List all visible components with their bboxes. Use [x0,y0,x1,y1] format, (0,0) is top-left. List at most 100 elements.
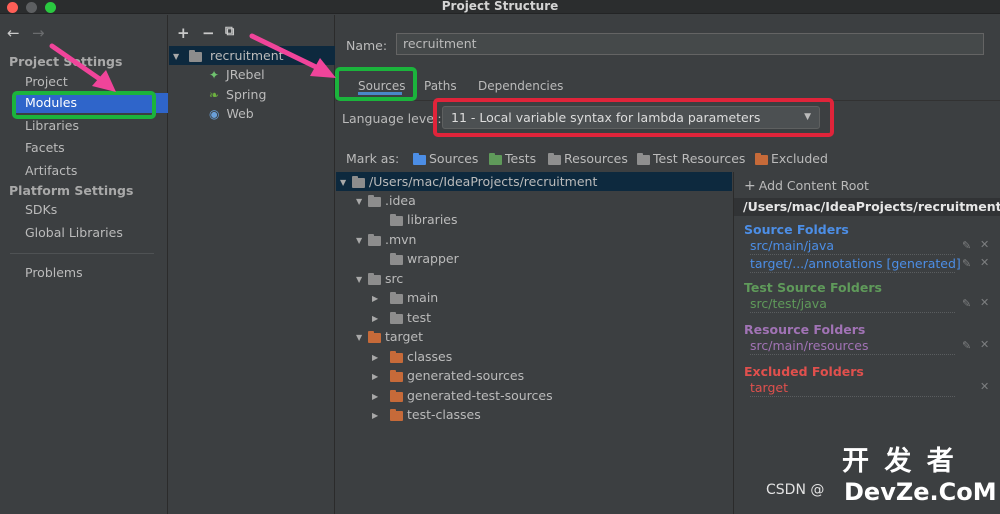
add-content-root-button[interactable]: + Add Content Root [744,178,869,194]
close-icon[interactable]: ✕ [980,238,989,251]
tree-row-generated-sources[interactable]: ▶ generated-sources [372,366,524,385]
language-level-label: Language level: [342,111,442,126]
expand-arrow-icon[interactable]: ▼ [356,231,368,250]
tree-row-main[interactable]: ▶ main [372,288,438,307]
mark-as-tests-label: Tests [505,151,537,166]
excluded-folder-icon [368,330,381,343]
expand-arrow-icon[interactable]: ▶ [372,348,384,367]
source-folder-item[interactable]: target/.../annotations [generated] [750,256,961,273]
expand-arrow-icon[interactable]: ▶ [372,289,384,308]
expand-arrow-icon[interactable]: ▼ [356,328,368,347]
tree-label: src [385,271,404,286]
add-module-button[interactable]: + [177,24,190,42]
excluded-folder-icon [390,408,403,421]
tree-row-root[interactable]: ▼ /Users/mac/IdeaProjects/recruitment [336,172,732,191]
spring-leaf-icon: ❧ [209,88,220,102]
content-root-path: /Users/mac/IdeaProjects/recruitment [734,198,1000,216]
tree-row-classes[interactable]: ▶ classes [372,347,452,366]
test-source-folder-item[interactable]: src/test/java [750,296,955,313]
facet-label: JRebel [226,67,265,82]
tree-row-mvn[interactable]: ▼ .mvn [356,230,416,249]
mark-as-test-resources-button[interactable]: Test Resources [637,151,745,166]
expand-arrow-icon[interactable]: ▶ [372,309,384,328]
tree-row-libraries[interactable]: libraries [390,210,458,229]
close-icon[interactable]: ✕ [980,296,989,309]
sidebar-divider [10,253,154,254]
mark-as-label: Mark as: [346,151,400,166]
tests-folder-icon [489,152,502,165]
resource-folder-item[interactable]: src/main/resources [750,338,955,355]
tree-row-test-classes[interactable]: ▶ test-classes [372,405,481,424]
facet-web[interactable]: ◉ Web [209,104,254,123]
tab-sources[interactable]: Sources [358,77,405,95]
sidebar-item-problems[interactable]: Problems [14,263,154,283]
source-folder-item[interactable]: src/main/java [750,238,955,255]
sidebar-item-sdks[interactable]: SDKs [14,200,154,220]
expand-arrow-icon[interactable]: ▼ [356,270,368,289]
facet-jrebel[interactable]: ✦ JRebel [209,65,265,84]
expand-arrow-icon[interactable]: ▼ [356,192,368,211]
edit-icon[interactable]: ✎ [962,239,971,252]
mark-as-excluded-label: Excluded [771,151,828,166]
copy-module-button[interactable]: ⧉ [225,24,234,39]
sidebar-item-libraries[interactable]: Libraries [14,116,154,136]
excluded-folder-icon [390,350,403,363]
close-icon[interactable]: ✕ [980,256,989,269]
tree-label: .idea [385,193,416,208]
tab-paths[interactable]: Paths [424,77,457,95]
test-resources-folder-icon [637,152,650,165]
jrebel-icon: ✦ [209,68,220,82]
excluded-folder-icon [390,389,403,402]
facet-label: Spring [226,87,267,102]
expand-arrow-icon[interactable]: ▼ [340,173,352,192]
plus-icon: + [744,178,756,194]
forward-arrow-icon[interactable]: → [32,24,45,42]
tree-row-src[interactable]: ▼ src [356,269,403,288]
expand-arrow-icon[interactable]: ▶ [372,387,384,406]
tree-row-idea[interactable]: ▼ .idea [356,191,416,210]
close-icon[interactable]: ✕ [980,380,989,393]
folder-icon [390,213,403,226]
mark-as-test-resources-label: Test Resources [653,151,746,166]
edit-icon[interactable]: ✎ [962,339,971,352]
module-name-field[interactable]: recruitment [396,33,984,55]
sidebar-item-facets[interactable]: Facets [14,138,154,158]
tree-label: generated-sources [407,368,525,383]
mark-as-resources-button[interactable]: Resources [548,151,628,166]
back-arrow-icon[interactable]: ← [7,24,20,42]
expand-arrow-icon[interactable]: ▶ [372,406,384,425]
edit-icon[interactable]: ✎ [962,257,971,270]
sidebar-item-artifacts[interactable]: Artifacts [14,161,154,181]
devze-logo-top: 开 发 者 [842,446,957,477]
sidebar-item-modules[interactable]: Modules [14,93,168,113]
facet-spring[interactable]: ❧ Spring [209,85,266,104]
sidebar-item-global-libraries[interactable]: Global Libraries [14,223,154,243]
folder-icon [390,291,403,304]
language-level-select[interactable]: 11 - Local variable syntax for lambda pa… [442,106,820,129]
module-tree-root[interactable]: ▼ recruitment [169,46,335,65]
tree-label: libraries [407,212,458,227]
mark-as-resources-label: Resources [564,151,628,166]
mark-as-sources-label: Sources [429,151,479,166]
tree-row-generated-test-sources[interactable]: ▶ generated-test-sources [372,386,553,405]
tree-row-test[interactable]: ▶ test [372,308,431,327]
sidebar-item-project[interactable]: Project [14,72,154,92]
excluded-folder-item[interactable]: target [750,380,955,397]
mark-as-sources-button[interactable]: Sources [413,151,478,166]
tree-label: .mvn [385,232,417,247]
remove-module-button[interactable]: − [202,24,215,42]
tab-dependencies[interactable]: Dependencies [478,77,563,95]
expand-arrow-icon[interactable]: ▼ [173,47,185,66]
resources-folder-icon [548,152,561,165]
mark-as-excluded-button[interactable]: Excluded [755,151,828,166]
expand-arrow-icon[interactable]: ▶ [372,367,384,386]
source-folders-header: Source Folders [744,222,849,237]
tree-row-wrapper[interactable]: wrapper [390,249,459,268]
edit-icon[interactable]: ✎ [962,297,971,310]
close-icon[interactable]: ✕ [980,338,989,351]
excluded-folder-icon [755,152,768,165]
tree-row-target[interactable]: ▼ target [356,327,423,346]
web-globe-icon: ◉ [209,107,220,121]
module-folder-icon [188,49,202,62]
mark-as-tests-button[interactable]: Tests [489,151,536,166]
